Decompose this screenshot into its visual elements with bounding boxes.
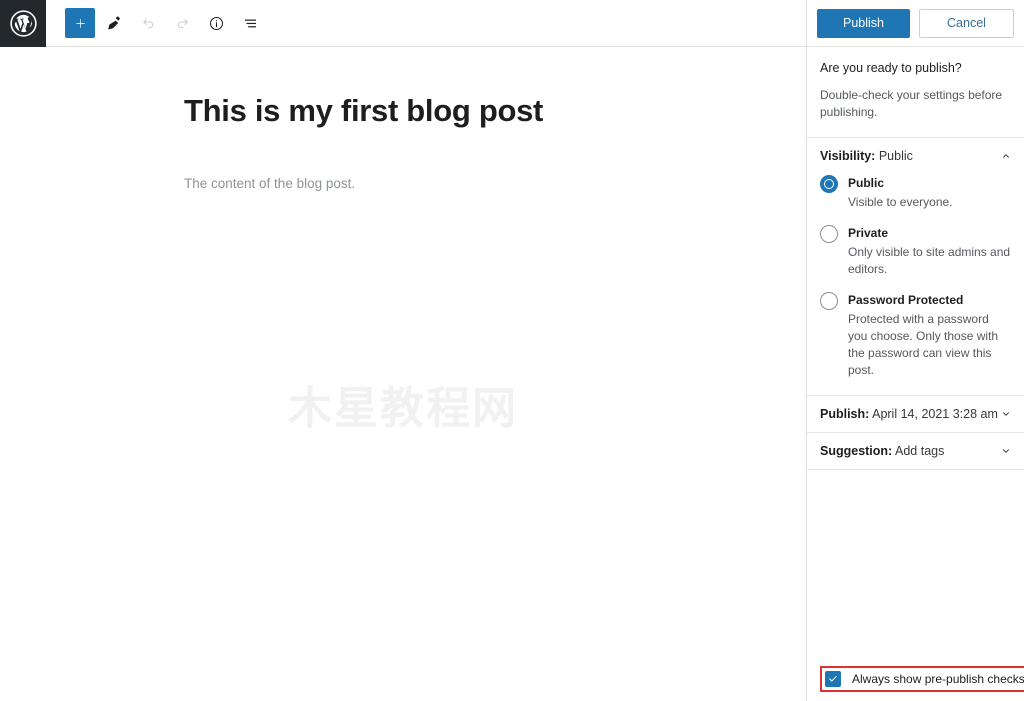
list-view-icon xyxy=(241,14,260,33)
wordpress-logo-icon xyxy=(9,9,37,37)
visibility-options: Public Visible to everyone. Private Only… xyxy=(807,174,1024,395)
visibility-option-public[interactable]: Public Visible to everyone. xyxy=(820,174,1011,211)
visibility-option-password-protected[interactable]: Password Protected Protected with a pass… xyxy=(820,291,1011,379)
add-block-button[interactable] xyxy=(65,8,95,38)
visibility-option-desc: Visible to everyone. xyxy=(848,195,953,210)
publish-date-panel: Publish: April 14, 2021 3:28 am xyxy=(807,396,1024,434)
visibility-option-title: Password Protected xyxy=(848,293,964,308)
visibility-panel-toggle[interactable]: Visibility: Public xyxy=(807,138,1024,174)
visibility-panel-label: Visibility: Public xyxy=(820,149,913,163)
publish-date-panel-label: Publish: April 14, 2021 3:28 am xyxy=(820,407,998,421)
list-view-button[interactable] xyxy=(235,8,265,38)
editor-window: This is my first blog post The content o… xyxy=(0,0,1024,701)
tools-button[interactable] xyxy=(99,8,129,38)
suggestion-panel: Suggestion: Add tags xyxy=(807,433,1024,471)
suggestion-panel-label: Suggestion: Add tags xyxy=(820,444,944,458)
editor-main-column: This is my first blog post The content o… xyxy=(0,0,806,701)
suggestion-label-key: Suggestion: xyxy=(820,444,893,459)
sidebar-footer: Always show pre-publish checks. xyxy=(807,666,1024,701)
pre-publish-sidebar: Publish Cancel Are you ready to publish?… xyxy=(806,0,1024,701)
publish-button[interactable]: Publish xyxy=(817,8,910,38)
post-editor-canvas: This is my first blog post The content o… xyxy=(0,47,806,701)
publish-intro: Are you ready to publish? Double-check y… xyxy=(807,47,1024,139)
publish-date-label-value: April 14, 2021 3:28 am xyxy=(872,407,998,422)
undo-button[interactable] xyxy=(133,8,163,38)
redo-button[interactable] xyxy=(167,8,197,38)
radio-unselected-icon[interactable] xyxy=(820,225,838,244)
watermark-text: 木星教程网 xyxy=(288,383,518,434)
undo-arrow-icon xyxy=(139,14,158,33)
post-body-paragraph[interactable]: The content of the blog post. xyxy=(0,173,806,195)
visibility-option-desc: Protected with a password you choose. On… xyxy=(848,312,999,378)
chevron-down-icon xyxy=(999,407,1013,421)
visibility-option-private[interactable]: Private Only visible to site admins and … xyxy=(820,224,1011,278)
visibility-label-value: Public xyxy=(878,149,913,164)
suggestion-panel-toggle[interactable]: Suggestion: Add tags xyxy=(807,433,1024,469)
visibility-panel: Visibility: Public Public Visible to eve… xyxy=(807,138,1024,397)
details-button[interactable] xyxy=(201,8,231,38)
radio-unselected-icon[interactable] xyxy=(820,292,838,311)
post-title[interactable]: This is my first blog post xyxy=(0,92,806,131)
redo-arrow-icon xyxy=(173,14,192,33)
info-circle-icon xyxy=(207,14,226,33)
suggestion-label-value: Add tags xyxy=(895,444,945,459)
cancel-button[interactable]: Cancel xyxy=(919,8,1014,38)
visibility-option-desc: Only visible to site admins and editors. xyxy=(848,245,1011,277)
toolbar-button-group xyxy=(46,8,265,38)
editor-toolbar xyxy=(0,0,806,47)
visibility-option-title: Private xyxy=(848,226,889,241)
always-show-prepublish-checks-row[interactable]: Always show pre-publish checks. xyxy=(820,666,1024,692)
publish-intro-title: Are you ready to publish? xyxy=(820,61,962,75)
pencil-icon xyxy=(105,14,124,33)
chevron-down-icon xyxy=(999,444,1013,458)
visibility-label-key: Visibility: xyxy=(820,149,876,164)
publish-date-panel-toggle[interactable]: Publish: April 14, 2021 3:28 am xyxy=(807,396,1024,432)
always-show-prepublish-checks-label: Always show pre-publish checks. xyxy=(852,672,1024,686)
publish-intro-subtitle: Double-check your settings before publis… xyxy=(820,88,1003,120)
checkbox-checked-icon[interactable] xyxy=(825,671,841,687)
wordpress-logo-button[interactable] xyxy=(0,0,46,47)
chevron-up-icon xyxy=(999,149,1013,163)
sidebar-header: Publish Cancel xyxy=(807,0,1024,47)
plus-icon xyxy=(72,15,89,32)
publish-date-label-key: Publish: xyxy=(820,407,870,422)
radio-selected-icon[interactable] xyxy=(820,175,838,194)
visibility-option-title: Public xyxy=(848,176,885,191)
